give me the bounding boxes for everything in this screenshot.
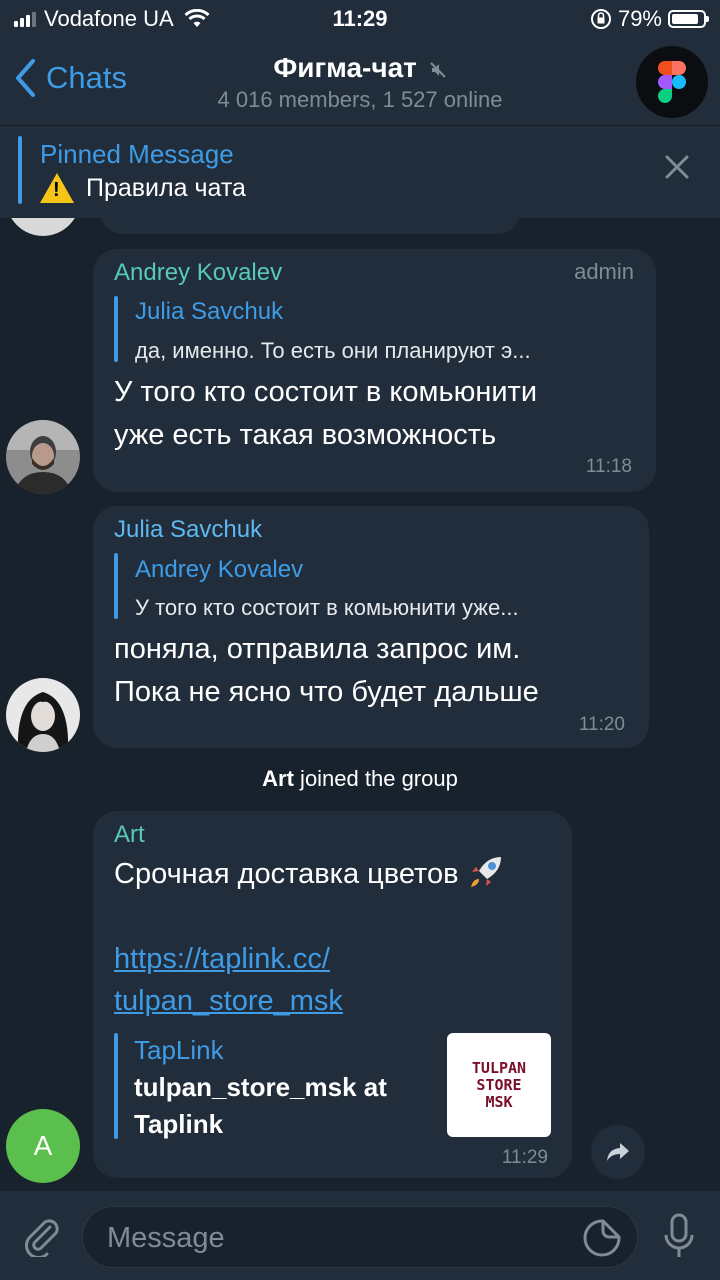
- warning-icon: [40, 173, 74, 203]
- group-avatar[interactable]: [636, 46, 708, 118]
- chat-members-count: 4 016 members, 1 527 online: [217, 87, 503, 112]
- forward-button[interactable]: [591, 1125, 645, 1179]
- pinned-text-row: Правила чата: [40, 173, 246, 203]
- composer-bar: [0, 1191, 720, 1280]
- link-line: tulpan_store_msk: [114, 985, 343, 1017]
- person-photo-icon: [6, 678, 80, 752]
- avatar-julia[interactable]: [6, 678, 80, 752]
- message-link[interactable]: https://taplink.cc/ tulpan_store_msk: [114, 938, 343, 1022]
- close-icon[interactable]: [664, 154, 690, 180]
- chat-title[interactable]: Фигма-чат: [0, 52, 720, 84]
- status-right: 79%: [590, 6, 709, 32]
- paperclip-icon[interactable]: [20, 1213, 64, 1257]
- message-bubble[interactable]: Art Срочная доставка цветов https://tapl…: [93, 811, 572, 1178]
- message-text: У того кто состоит в комьюнити уже есть …: [114, 371, 537, 457]
- share-arrow-icon: [607, 1143, 629, 1161]
- preview-title-line: Taplink: [134, 1109, 224, 1139]
- message-time: 11:29: [501, 1147, 548, 1168]
- rocket-icon: [470, 857, 501, 887]
- thumb-line: STORE: [476, 1075, 522, 1094]
- service-message: Art joined the group: [0, 766, 720, 792]
- preview-title-line: tulpan_store_msk at: [134, 1072, 387, 1102]
- battery-percent: 79%: [617, 6, 662, 31]
- message-bubble[interactable]: Andrey Kovalev admin Julia Savchuk да, и…: [93, 249, 656, 492]
- orientation-lock-icon: [590, 9, 611, 29]
- avatar-art[interactable]: A: [6, 1109, 80, 1183]
- mute-icon: [429, 61, 446, 78]
- avatar[interactable]: [6, 218, 80, 236]
- reply-accent-bar: [114, 553, 118, 619]
- link-preview-title[interactable]: tulpan_store_msk at Taplink: [134, 1069, 387, 1143]
- microphone-icon[interactable]: [662, 1213, 696, 1261]
- avatar-letter: A: [33, 1130, 53, 1161]
- sender-name[interactable]: Andrey Kovalev: [114, 259, 282, 287]
- reply-accent-bar: [114, 296, 118, 362]
- link-preview-thumbnail[interactable]: TULPAN STORE MSK: [447, 1033, 551, 1137]
- battery-icon: [668, 10, 709, 28]
- sticker-icon[interactable]: [583, 1219, 621, 1257]
- pinned-message[interactable]: Pinned Message Правила чата: [0, 125, 720, 218]
- sender-name[interactable]: Art: [114, 821, 145, 849]
- message-line: У того кто состоит в комьюнити: [114, 376, 538, 408]
- sender-name[interactable]: Julia Savchuk: [114, 516, 262, 544]
- message-time: 11:18: [585, 456, 632, 477]
- message-time: 11:20: [578, 714, 625, 735]
- message-line: уже есть такая возможность: [114, 419, 497, 451]
- message-list[interactable]: Andrey Kovalev admin Julia Savchuk да, и…: [0, 218, 720, 1191]
- person-photo-icon: [6, 420, 80, 494]
- avatar-andrey[interactable]: [6, 420, 80, 494]
- link-preview-bar: [114, 1033, 118, 1139]
- pinned-title: Pinned Message: [40, 139, 234, 169]
- link-line: https://taplink.cc/: [114, 943, 330, 975]
- reply-text[interactable]: У того кто состоит в комьюнити уже...: [135, 595, 630, 621]
- admin-badge: admin: [574, 259, 634, 284]
- reply-text[interactable]: да, именно. То есть они планируют э...: [135, 338, 635, 364]
- reply-sender[interactable]: Julia Savchuk: [135, 298, 283, 326]
- message-line: Пока не ясно что будет дальше: [114, 676, 539, 708]
- thumb-line: MSK: [485, 1092, 513, 1111]
- message-field[interactable]: [105, 1207, 569, 1269]
- message-bubble[interactable]: Julia Savchuk Andrey Kovalev У того кто …: [93, 506, 649, 748]
- message-line: поняла, отправила запрос им.: [114, 633, 521, 665]
- service-text: joined the group: [293, 766, 458, 791]
- status-bar: Vodafone UA 11:29 79%: [0, 0, 720, 40]
- message-text: поняла, отправила запрос им. Пока не ясн…: [114, 628, 539, 714]
- figma-logo-icon: [658, 61, 686, 103]
- message-line: Срочная доставка цветов: [114, 858, 459, 890]
- chat-title-text: Фигма-чат: [273, 52, 417, 83]
- message-text: Срочная доставка цветов: [114, 853, 505, 896]
- pinned-text: Правила чата: [86, 173, 246, 202]
- message-input[interactable]: [82, 1206, 638, 1269]
- chat-header: Chats Фигма-чат 4 016 members, 1 527 onl…: [0, 40, 720, 125]
- thumb-line: TULPAN: [471, 1058, 527, 1077]
- reply-sender[interactable]: Andrey Kovalev: [135, 556, 303, 584]
- pinned-accent-bar: [18, 136, 22, 204]
- link-preview-site[interactable]: TapLink: [134, 1035, 224, 1066]
- previous-message-bubble[interactable]: [100, 218, 520, 234]
- service-name[interactable]: Art: [262, 766, 294, 791]
